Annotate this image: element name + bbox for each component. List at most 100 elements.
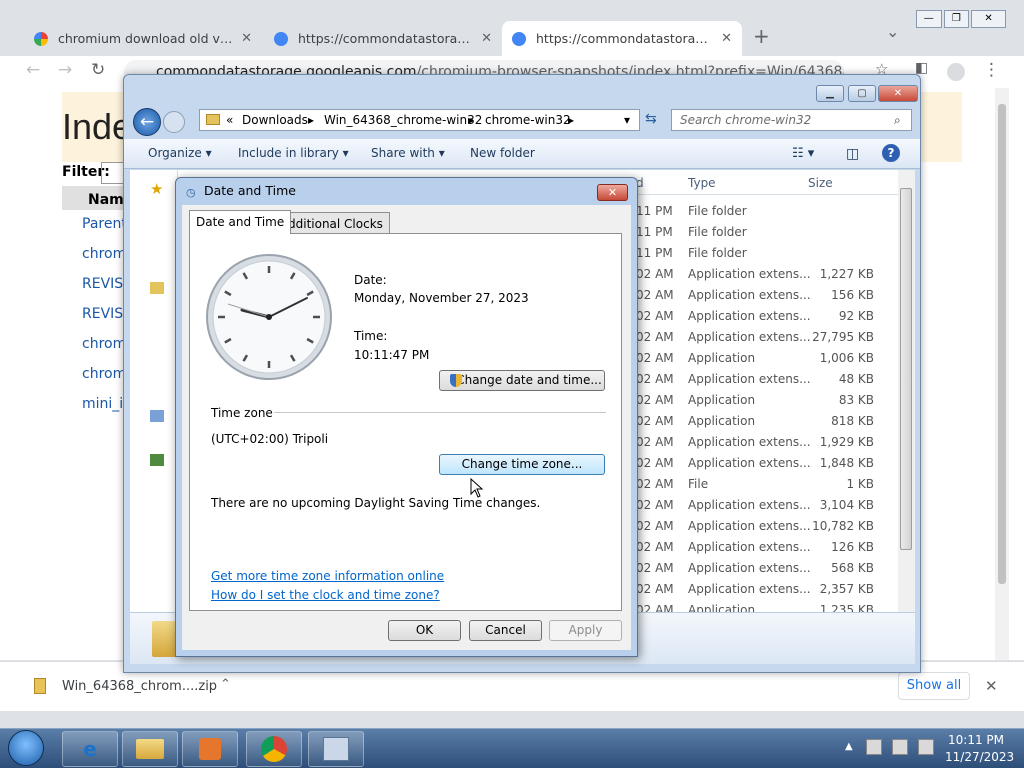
table-row[interactable]: 02 AM Application extens... 48 KB [636,369,902,390]
file-explorer-icon[interactable] [122,731,178,767]
breadcrumb-chrome-win32[interactable]: chrome-win32 [485,110,571,130]
maximize-button[interactable]: ▢ [848,85,876,102]
close-tab-icon[interactable]: ✕ [481,31,492,46]
list-item[interactable]: mini_i [62,396,124,426]
minimize-button[interactable]: ▁ [816,85,844,102]
uac-shield-icon [450,374,462,387]
restore-button[interactable]: ❐ [943,10,970,28]
table-row[interactable]: 02 AM Application 1,006 KB [636,348,902,369]
table-row[interactable]: 02 AM Application extens... 3,104 KB [636,495,902,516]
share-with-menu[interactable]: Share with ▾ [371,146,445,160]
internet-explorer-icon[interactable]: e [62,731,118,767]
show-all-button[interactable]: Show all [898,672,970,700]
table-row[interactable]: 02 AM Application extens... 126 KB [636,537,902,558]
date-time-app-icon[interactable] [308,731,364,767]
chevron-right-icon[interactable]: ▸ [308,110,314,130]
tab-commondatastorage-1[interactable]: https://commondatastorage.goo ✕ [264,21,502,56]
table-row[interactable]: 02 AM Application extens... 27,795 KB [636,327,902,348]
scrollbar-thumb[interactable] [900,188,912,550]
apply-button[interactable]: Apply [549,620,622,641]
download-filename[interactable]: Win_64368_chrom....zip [62,679,217,694]
chrome-icon[interactable] [246,731,302,767]
table-row[interactable]: 11 PM File folder [636,243,902,264]
table-row[interactable]: 02 AM Application extens... 1,848 KB [636,453,902,474]
tab-date-and-time[interactable]: Date and Time [189,210,292,234]
table-row[interactable]: 02 AM Application 818 KB [636,411,902,432]
table-row[interactable]: 02 AM Application extens... 1,227 KB [636,264,902,285]
filter-input[interactable] [101,162,125,184]
new-folder-button[interactable]: New folder [470,146,535,160]
list-item[interactable]: Parent [62,216,127,246]
ok-button[interactable]: OK [388,620,461,641]
file-list-scrollbar[interactable] [898,170,915,612]
table-row[interactable]: 11 PM File folder [636,201,902,222]
table-row[interactable]: 02 AM Application extens... 10,782 KB [636,516,902,537]
back-arrow-icon[interactable]: ← [26,60,40,80]
navigation-pane[interactable]: ★ [130,170,178,612]
table-row[interactable]: 11 PM File folder [636,222,902,243]
minimize-button[interactable]: — [916,10,942,28]
organize-menu[interactable]: Organize ▾ [148,146,212,160]
profile-avatar[interactable] [947,63,965,81]
show-hidden-icons[interactable]: ▲ [845,741,853,752]
list-item[interactable]: REVIS [62,276,124,306]
help-icon[interactable]: ? [882,144,900,162]
close-window-button[interactable]: ✕ [878,85,918,102]
chevron-up-icon[interactable]: ⌃ [220,677,231,692]
media-player-icon[interactable] [182,731,238,767]
column-size[interactable]: Size [808,176,833,190]
table-row[interactable]: 02 AM Application 83 KB [636,390,902,411]
change-time-zone-button[interactable]: Change time zone... [439,454,605,475]
breadcrumb-downloads[interactable]: Downloads [242,110,308,130]
start-button[interactable] [8,730,44,766]
timezone-info-link[interactable]: Get more time zone information online [211,569,444,583]
forward-arrow-icon[interactable]: → [58,60,72,80]
table-row[interactable]: 02 AM Application extens... 156 KB [636,285,902,306]
chevron-down-icon[interactable]: ▾ [624,110,630,130]
table-row[interactable]: 02 AM Application extens... 92 KB [636,306,902,327]
new-tab-button[interactable]: + [753,24,770,48]
list-item[interactable]: REVIS [62,306,124,336]
refresh-icon[interactable]: ⇆ [645,111,657,127]
close-tab-icon[interactable]: ✕ [241,31,252,46]
list-item[interactable]: chrom [62,246,126,276]
breadcrumb-win64368[interactable]: Win_64368_chrome-win32 [324,110,482,130]
chevron-right-icon[interactable]: ▸ [468,110,474,130]
taskbar-clock-date[interactable]: 11/27/2023 [945,750,1014,764]
table-row[interactable]: 02 AM Application extens... 2,357 KB [636,579,902,600]
action-center-icon[interactable] [866,739,882,755]
cancel-button[interactable]: Cancel [469,620,542,641]
include-in-library-menu[interactable]: Include in library ▾ [238,146,349,160]
tab-chromium-download[interactable]: chromium download old version ✕ [24,21,262,56]
close-button[interactable]: ✕ [597,184,628,201]
page-scrollbar-thumb[interactable] [998,104,1006,584]
preview-pane-icon[interactable]: ◫ [846,146,859,162]
divider [274,412,606,413]
table-row[interactable]: 02 AM Application extens... 568 KB [636,558,902,579]
cell-size: 1,227 KB [819,267,874,281]
menu-kebab-icon[interactable]: ⋮ [983,60,1000,80]
reload-icon[interactable]: ↻ [91,60,105,80]
back-arrow-icon[interactable]: ← [133,108,161,136]
clock-help-link[interactable]: How do I set the clock and time zone? [211,588,440,602]
close-tab-icon[interactable]: ✕ [721,31,732,46]
column-type[interactable]: Type [688,176,716,190]
close-icon[interactable]: ✕ [985,677,998,695]
explorer-address-bar[interactable]: « Downloads ▸ Win_64368_chrome-win32 ▸ c… [199,109,640,131]
change-date-time-button[interactable]: Change date and time... [439,370,605,391]
table-row[interactable]: 02 AM Application extens... 1,929 KB [636,432,902,453]
network-icon[interactable] [892,739,908,755]
view-options-icon[interactable]: ☷ ▾ [792,146,814,161]
tab-search-icon[interactable]: ⌄ [886,22,899,41]
table-row[interactable]: 02 AM File 1 KB [636,474,902,495]
taskbar-clock-time[interactable]: 10:11 PM [948,733,1004,747]
list-item[interactable]: chrom [62,366,126,396]
explorer-search-input[interactable]: Search chrome-win32 ⌕ [671,109,912,131]
tab-commondatastorage-2[interactable]: https://commondatastorage.goo ✕ [502,21,742,56]
volume-icon[interactable] [918,739,934,755]
close-window-button[interactable]: ✕ [971,10,1006,28]
chevron-right-icon[interactable]: ▸ [568,110,574,130]
breadcrumb-overflow[interactable]: « [226,110,233,130]
forward-arrow-icon[interactable] [163,111,185,133]
list-item[interactable]: chrom [62,336,126,366]
